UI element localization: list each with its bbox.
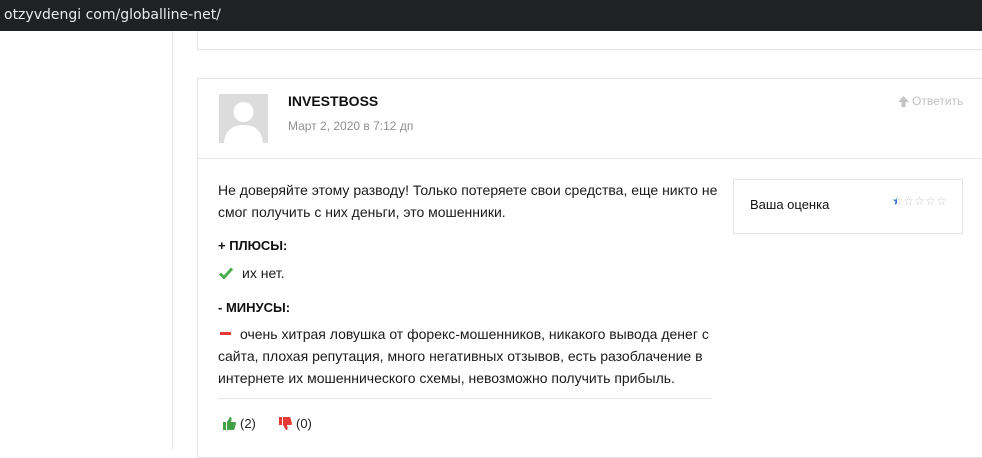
cons-title: - МИНУСЫ: xyxy=(218,300,291,315)
like-count: (2) xyxy=(240,416,256,431)
review-footer-divider xyxy=(218,398,712,399)
star-icon[interactable]: ☆ xyxy=(925,195,936,207)
star-icon[interactable]: ☆ xyxy=(914,195,925,207)
user-silhouette-icon xyxy=(224,102,263,143)
review-card xyxy=(197,78,982,458)
star-icon[interactable]: ☆ xyxy=(892,195,903,207)
review-body: Не доверяйте этому разводу! Только потер… xyxy=(218,182,718,220)
minus-icon xyxy=(220,332,231,336)
star-icon[interactable]: ☆ xyxy=(903,195,914,207)
rating-label: Ваша оценка xyxy=(750,197,830,212)
pros-title: + ПЛЮСЫ: xyxy=(218,238,288,253)
previous-review-card xyxy=(197,31,982,50)
review-header-divider xyxy=(198,158,982,159)
review-author[interactable]: INVESTBOSS xyxy=(288,93,378,109)
reply-label: Ответить xyxy=(912,94,964,108)
sidebar-divider xyxy=(172,31,173,449)
cons-item: очень хитрая ловушка от форекс-мошеннико… xyxy=(218,323,718,389)
checkmark-icon xyxy=(219,267,233,279)
like-button[interactable]: (2) xyxy=(223,416,256,431)
star-rating[interactable]: ☆ ☆ ☆ ☆ ☆ xyxy=(892,195,947,207)
thumbs-down-icon xyxy=(279,417,292,430)
browser-url-bar[interactable]: otzyvdengi com/globalline-net/ xyxy=(0,0,982,31)
cons-text: очень хитрая ловушка от форекс-мошеннико… xyxy=(218,326,709,386)
star-icon[interactable]: ☆ xyxy=(936,195,947,207)
reply-link[interactable]: Ответить xyxy=(898,94,963,108)
avatar xyxy=(219,94,268,143)
pros-item: их нет. xyxy=(218,262,285,284)
rating-widget: Ваша оценка ☆ ☆ ☆ ☆ ☆ xyxy=(733,179,963,234)
pros-text: их нет. xyxy=(242,265,285,281)
thumbs-up-icon xyxy=(223,417,236,430)
dislike-count: (0) xyxy=(296,416,312,431)
review-date[interactable]: Март 2, 2020 в 7:12 дп xyxy=(288,119,413,133)
dislike-button[interactable]: (0) xyxy=(279,416,312,431)
arrow-up-icon xyxy=(898,95,909,107)
